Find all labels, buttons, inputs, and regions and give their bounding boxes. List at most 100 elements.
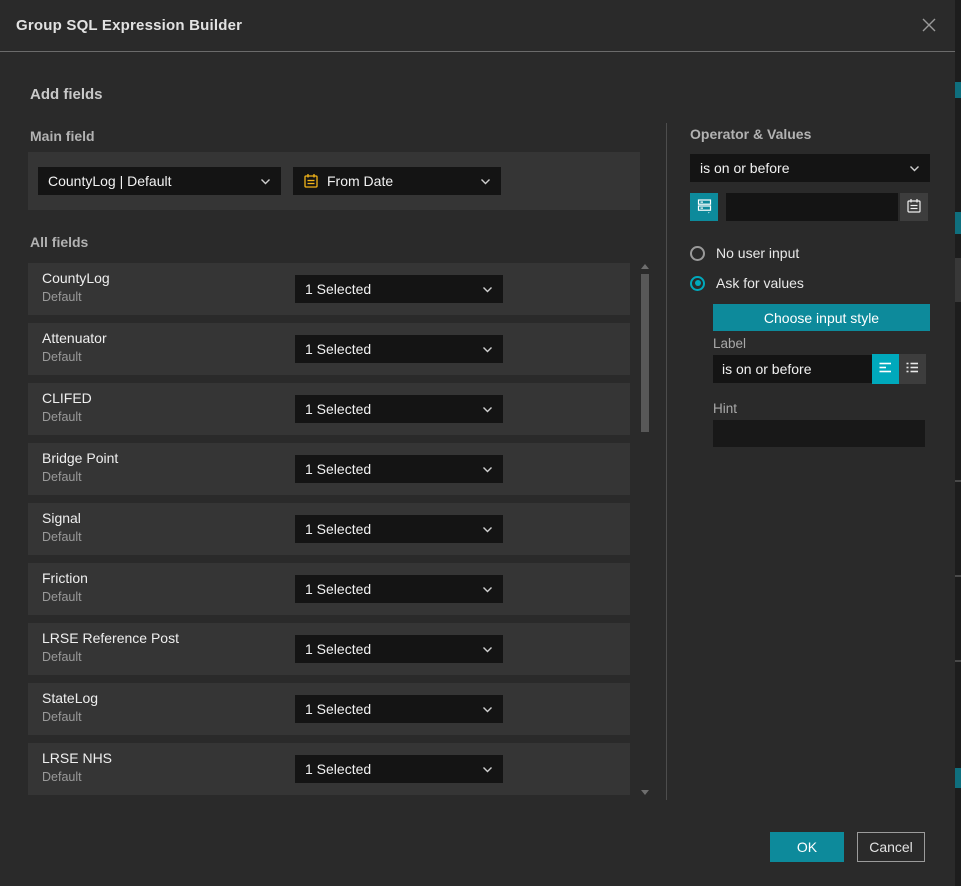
ok-button-label: OK: [797, 839, 817, 855]
field-row: Signal Default 1 Selected: [28, 503, 630, 555]
background-fragment: [955, 768, 961, 788]
field-selected-dropdown[interactable]: 1 Selected: [295, 515, 503, 543]
field-selected-dropdown[interactable]: 1 Selected: [295, 635, 503, 663]
unique-values-icon: [696, 197, 713, 217]
field-sublabel: Default: [42, 290, 82, 304]
input-style-list-button[interactable]: [899, 354, 926, 384]
choose-input-style-button[interactable]: Choose input style: [713, 304, 930, 331]
input-style-text-button[interactable]: [872, 354, 899, 384]
layer-select-value: CountyLog | Default: [48, 173, 172, 189]
radio-no-user-input-label: No user input: [716, 245, 799, 261]
field-sublabel: Default: [42, 770, 82, 784]
chevron-down-icon: [482, 706, 493, 713]
field-row: LRSE NHS Default 1 Selected: [28, 743, 630, 795]
field-selected-dropdown[interactable]: 1 Selected: [295, 575, 503, 603]
calendar-icon: [906, 198, 922, 217]
field-selected-value: 1 Selected: [305, 641, 371, 657]
cancel-button[interactable]: Cancel: [857, 832, 925, 862]
field-row: CountyLog Default 1 Selected: [28, 263, 630, 315]
field-name: LRSE Reference Post: [42, 630, 179, 646]
field-selected-value: 1 Selected: [305, 401, 371, 417]
background-fragment: [955, 575, 961, 577]
dialog-header: Group SQL Expression Builder: [0, 0, 955, 52]
field-selected-value: 1 Selected: [305, 701, 371, 717]
chevron-down-icon: [482, 586, 493, 593]
field-name: StateLog: [42, 690, 98, 706]
list-input-style-icon: [905, 361, 920, 377]
calendar-icon: [303, 173, 319, 189]
chevron-down-icon: [482, 766, 493, 773]
background-fragment: [955, 480, 961, 482]
radio-icon: [690, 246, 705, 261]
field-selected-dropdown[interactable]: 1 Selected: [295, 455, 503, 483]
field-row: Bridge Point Default 1 Selected: [28, 443, 630, 495]
field-selected-dropdown[interactable]: 1 Selected: [295, 335, 503, 363]
radio-no-user-input[interactable]: No user input: [690, 245, 799, 261]
field-sublabel: Default: [42, 590, 82, 604]
background-fragment: [955, 212, 961, 234]
operator-values-heading: Operator & Values: [690, 126, 811, 142]
close-button[interactable]: [913, 10, 945, 42]
chevron-down-icon: [482, 346, 493, 353]
field-selected-dropdown[interactable]: 1 Selected: [295, 755, 503, 783]
field-name: CLIFED: [42, 390, 92, 406]
close-icon: [920, 16, 938, 37]
operator-select[interactable]: is on or before: [690, 154, 930, 182]
field-sublabel: Default: [42, 710, 82, 724]
choose-input-style-label: Choose input style: [764, 310, 879, 326]
date-picker-button[interactable]: [900, 193, 928, 221]
group-sql-expression-builder-dialog: Group SQL Expression Builder Add fields …: [0, 0, 961, 886]
ok-button[interactable]: OK: [770, 832, 844, 862]
field-row: CLIFED Default 1 Selected: [28, 383, 630, 435]
operator-select-value: is on or before: [700, 160, 790, 176]
field-name: LRSE NHS: [42, 750, 112, 766]
hint-input[interactable]: [713, 420, 925, 447]
panel-divider: [666, 123, 667, 800]
chevron-down-icon: [260, 178, 271, 185]
radio-selected-icon: [690, 276, 705, 291]
field-sublabel: Default: [42, 530, 82, 544]
main-field-panel: CountyLog | Default From Date: [28, 152, 640, 210]
field-name: Attenuator: [42, 330, 107, 346]
chevron-down-icon: [909, 165, 920, 172]
radio-ask-for-values-label: Ask for values: [716, 275, 804, 291]
radio-ask-for-values[interactable]: Ask for values: [690, 275, 804, 291]
chevron-down-icon: [482, 526, 493, 533]
field-selected-value: 1 Selected: [305, 761, 371, 777]
field-name: Signal: [42, 510, 81, 526]
text-input-style-icon: [878, 361, 893, 377]
field-name: Bridge Point: [42, 450, 118, 466]
add-fields-heading: Add fields: [30, 86, 103, 103]
chevron-down-icon: [482, 286, 493, 293]
app-background-strip: [955, 0, 961, 886]
scroll-up-icon[interactable]: [641, 264, 649, 269]
main-field-select[interactable]: From Date: [293, 167, 501, 195]
background-fragment: [955, 258, 961, 302]
main-field-heading: Main field: [30, 128, 95, 144]
label-input[interactable]: [713, 355, 872, 383]
field-row: LRSE Reference Post Default 1 Selected: [28, 623, 630, 675]
field-row: Friction Default 1 Selected: [28, 563, 630, 615]
scrollbar-thumb[interactable]: [641, 274, 649, 432]
field-selected-value: 1 Selected: [305, 581, 371, 597]
main-field-select-value: From Date: [327, 173, 393, 189]
chevron-down-icon: [480, 178, 491, 185]
field-row: StateLog Default 1 Selected: [28, 683, 630, 735]
field-selected-dropdown[interactable]: 1 Selected: [295, 275, 503, 303]
all-fields-heading: All fields: [30, 234, 88, 250]
field-sublabel: Default: [42, 470, 82, 484]
field-name: Friction: [42, 570, 88, 586]
field-selected-value: 1 Selected: [305, 341, 371, 357]
field-selected-value: 1 Selected: [305, 521, 371, 537]
label-label: Label: [713, 336, 746, 351]
background-fragment: [955, 82, 961, 98]
value-input[interactable]: [726, 193, 898, 221]
value-source-button[interactable]: [690, 193, 718, 221]
layer-select[interactable]: CountyLog | Default: [38, 167, 281, 195]
field-selected-dropdown[interactable]: 1 Selected: [295, 695, 503, 723]
hint-label: Hint: [713, 401, 737, 416]
field-selected-dropdown[interactable]: 1 Selected: [295, 395, 503, 423]
field-sublabel: Default: [42, 410, 82, 424]
chevron-down-icon: [482, 466, 493, 473]
scroll-down-icon[interactable]: [641, 790, 649, 795]
